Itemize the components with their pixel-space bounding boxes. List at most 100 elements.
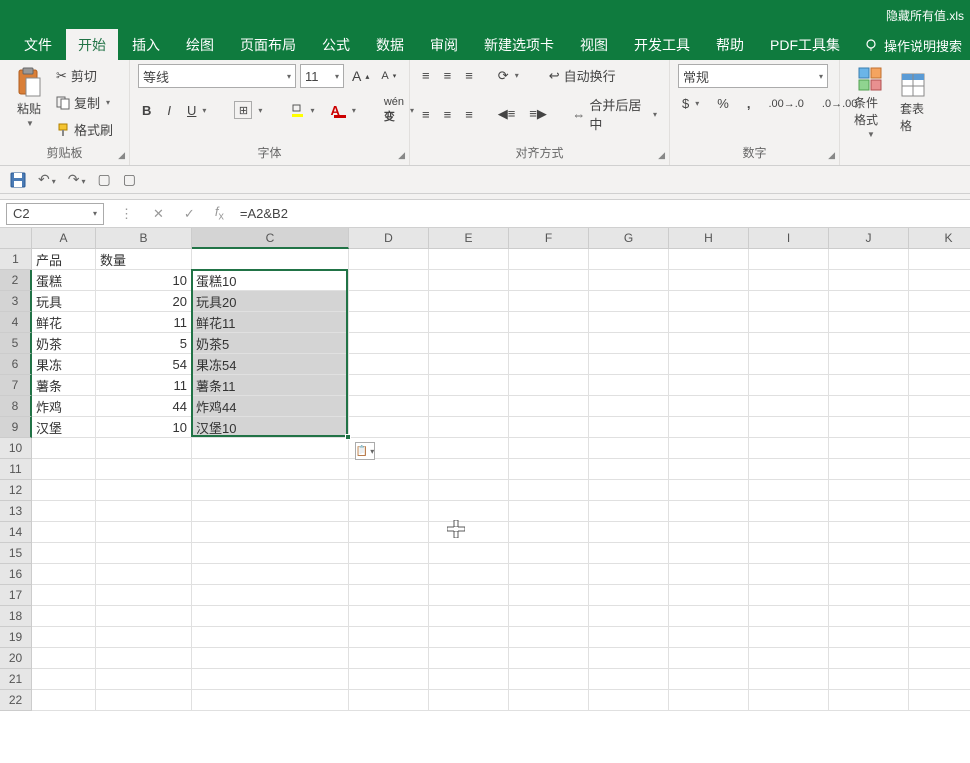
cell-J15[interactable] [829, 543, 909, 564]
cell-E7[interactable] [429, 375, 509, 396]
cell-F13[interactable] [509, 501, 589, 522]
cell-A18[interactable] [32, 606, 96, 627]
cell-B12[interactable] [96, 480, 192, 501]
col-header-B[interactable]: B [96, 228, 192, 249]
cell-H21[interactable] [669, 669, 749, 690]
align-middle-button[interactable]: ≡ [440, 66, 456, 85]
cell-F3[interactable] [509, 291, 589, 312]
cell-F9[interactable] [509, 417, 589, 438]
cell-K20[interactable] [909, 648, 970, 669]
tab-插入[interactable]: 插入 [120, 29, 172, 61]
increase-indent-button[interactable]: ≡▶ [525, 104, 551, 124]
border-button[interactable]: ⊞▾ [230, 99, 266, 121]
cell-J18[interactable] [829, 606, 909, 627]
paste-options-button[interactable]: 📋▾ [355, 442, 375, 460]
qat-btn1[interactable]: ▢ [98, 171, 111, 188]
row-header-1[interactable]: 1 [0, 249, 32, 270]
cell-D21[interactable] [349, 669, 429, 690]
cell-A19[interactable] [32, 627, 96, 648]
cell-A20[interactable] [32, 648, 96, 669]
cell-C19[interactable] [192, 627, 349, 648]
cell-I21[interactable] [749, 669, 829, 690]
cell-G8[interactable] [589, 396, 669, 417]
cell-B10[interactable] [96, 438, 192, 459]
cell-H8[interactable] [669, 396, 749, 417]
row-header-20[interactable]: 20 [0, 648, 32, 669]
cell-G18[interactable] [589, 606, 669, 627]
col-header-D[interactable]: D [349, 228, 429, 249]
fill-color-button[interactable]: ▾ [286, 100, 318, 120]
cell-H5[interactable] [669, 333, 749, 354]
cell-K6[interactable] [909, 354, 970, 375]
cell-G6[interactable] [589, 354, 669, 375]
formula-input[interactable]: =A2&B2 [234, 206, 970, 221]
cell-A9[interactable]: 汉堡 [32, 417, 96, 438]
cell-B15[interactable] [96, 543, 192, 564]
cell-K10[interactable] [909, 438, 970, 459]
underline-button[interactable]: U▾ [183, 101, 210, 120]
cell-C16[interactable] [192, 564, 349, 585]
cell-J1[interactable] [829, 249, 909, 270]
cell-F21[interactable] [509, 669, 589, 690]
cell-G13[interactable] [589, 501, 669, 522]
cell-D14[interactable] [349, 522, 429, 543]
cell-A5[interactable]: 奶茶 [32, 333, 96, 354]
align-top-button[interactable]: ≡ [418, 66, 434, 85]
cell-G17[interactable] [589, 585, 669, 606]
cell-H3[interactable] [669, 291, 749, 312]
cell-I3[interactable] [749, 291, 829, 312]
cell-K13[interactable] [909, 501, 970, 522]
align-bottom-button[interactable]: ≡ [461, 66, 477, 85]
cell-I11[interactable] [749, 459, 829, 480]
cell-F1[interactable] [509, 249, 589, 270]
cell-G20[interactable] [589, 648, 669, 669]
cell-B18[interactable] [96, 606, 192, 627]
decrease-indent-button[interactable]: ◀≡ [494, 104, 520, 124]
merge-center-button[interactable]: ⇔合并后居中▾ [568, 93, 661, 135]
cell-C20[interactable] [192, 648, 349, 669]
cell-K2[interactable] [909, 270, 970, 291]
redo-button[interactable]: ↷▾ [68, 171, 86, 188]
row-header-19[interactable]: 19 [0, 627, 32, 648]
cut-button[interactable]: ✂剪切 [52, 64, 117, 87]
row-header-4[interactable]: 4 [0, 312, 32, 333]
cell-I6[interactable] [749, 354, 829, 375]
select-all-corner[interactable] [0, 228, 32, 249]
cell-C13[interactable] [192, 501, 349, 522]
cell-G14[interactable] [589, 522, 669, 543]
cell-J19[interactable] [829, 627, 909, 648]
cell-I19[interactable] [749, 627, 829, 648]
align-center-button[interactable]: ≡ [440, 105, 456, 124]
format-table-button[interactable]: 套表格 [894, 70, 932, 136]
cell-E5[interactable] [429, 333, 509, 354]
cell-J13[interactable] [829, 501, 909, 522]
cell-K22[interactable] [909, 690, 970, 711]
cell-J4[interactable] [829, 312, 909, 333]
cell-B17[interactable] [96, 585, 192, 606]
cell-D3[interactable] [349, 291, 429, 312]
row-header-17[interactable]: 17 [0, 585, 32, 606]
cell-C9[interactable]: 汉堡10 [192, 417, 349, 438]
cell-G16[interactable] [589, 564, 669, 585]
cell-G22[interactable] [589, 690, 669, 711]
cell-A2[interactable]: 蛋糕 [32, 270, 96, 291]
cell-F22[interactable] [509, 690, 589, 711]
font-launcher[interactable]: ◢ [398, 150, 405, 161]
cell-D9[interactable] [349, 417, 429, 438]
cell-G19[interactable] [589, 627, 669, 648]
cell-I12[interactable] [749, 480, 829, 501]
cell-E12[interactable] [429, 480, 509, 501]
save-button[interactable] [10, 172, 26, 188]
row-header-14[interactable]: 14 [0, 522, 32, 543]
cell-J7[interactable] [829, 375, 909, 396]
align-launcher[interactable]: ◢ [658, 150, 665, 161]
cell-B20[interactable] [96, 648, 192, 669]
cell-J5[interactable] [829, 333, 909, 354]
cell-H17[interactable] [669, 585, 749, 606]
row-header-15[interactable]: 15 [0, 543, 32, 564]
cell-K7[interactable] [909, 375, 970, 396]
cell-K19[interactable] [909, 627, 970, 648]
cell-G5[interactable] [589, 333, 669, 354]
cell-J22[interactable] [829, 690, 909, 711]
cell-A1[interactable]: 产品 [32, 249, 96, 270]
